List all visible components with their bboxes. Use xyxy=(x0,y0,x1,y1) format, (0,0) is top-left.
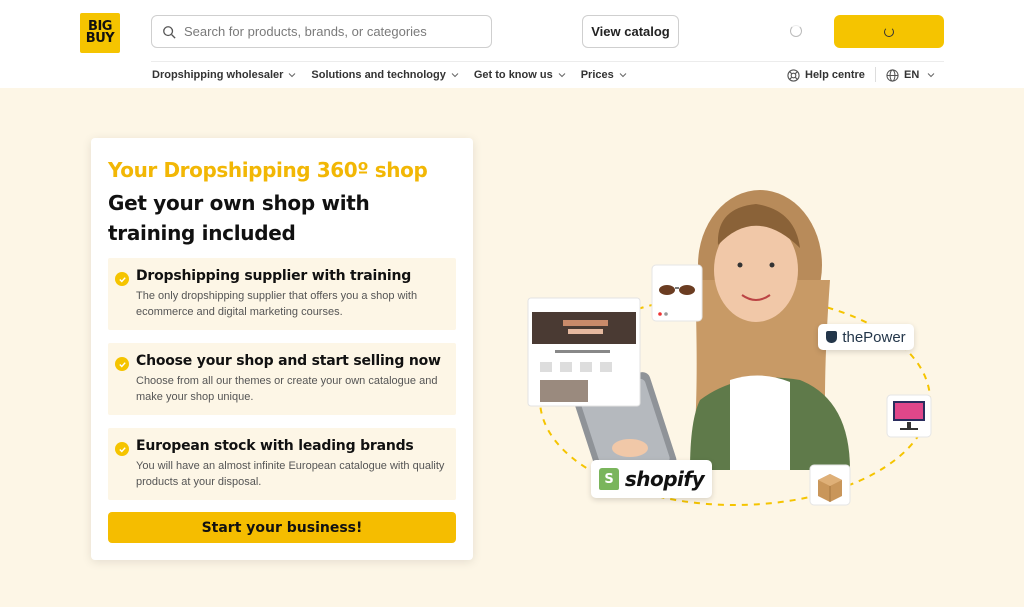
thepower-partner-logo: thePower xyxy=(818,324,914,350)
thepower-label: thePower xyxy=(842,328,906,346)
shopify-partner-logo: S shopify xyxy=(591,460,712,498)
shopify-bag-icon: S xyxy=(598,468,619,490)
thepower-mark-icon xyxy=(826,331,838,343)
monitor-product-card xyxy=(886,394,932,438)
sunglasses-product-card xyxy=(651,264,703,322)
shopify-label: shopify xyxy=(624,467,705,491)
box-product-card xyxy=(809,464,851,506)
webshop-mockup xyxy=(527,297,641,407)
hero-illustration xyxy=(527,190,932,506)
